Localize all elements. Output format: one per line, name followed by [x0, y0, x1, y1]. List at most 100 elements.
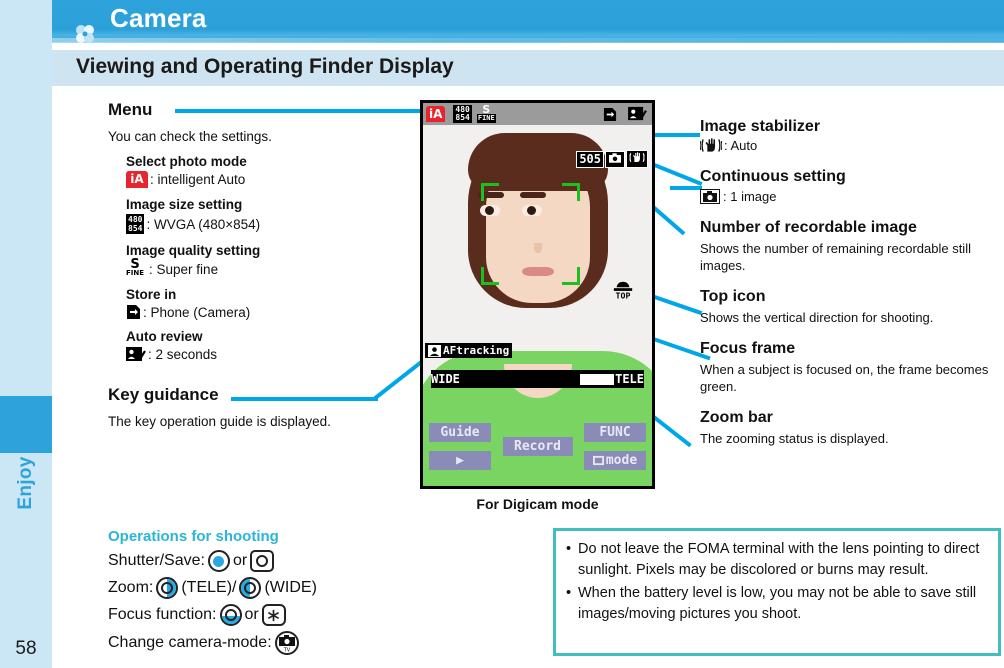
image-size-icon: 480 854	[126, 214, 145, 234]
annotation-value: : Auto	[724, 138, 758, 153]
operation-label: Shutter/Save:	[108, 552, 205, 569]
status-bar: iA 480 854 S FINE	[423, 103, 652, 125]
movie-icon	[592, 455, 604, 466]
svg-text:TOP: TOP	[616, 290, 631, 300]
annotation-value: : 1 image	[723, 189, 777, 204]
svg-text:2: 2	[138, 356, 142, 363]
setting-value-photo-mode: : intelligent Auto	[150, 172, 246, 187]
key-left-icon[interactable]	[239, 577, 262, 599]
recordable-count: 505	[576, 150, 604, 168]
page-number: 58	[15, 638, 37, 659]
zoom-fill	[460, 373, 581, 385]
note-text: Do not leave the FOMA terminal with the …	[578, 541, 980, 578]
annotation-focus-frame: Focus frame When a subject is focused on…	[700, 340, 1000, 395]
key-camera-tv-icon[interactable]: TV	[274, 631, 299, 655]
softkey-record[interactable]: Record	[502, 437, 573, 456]
note-item: • When the battery level is low, you may…	[566, 583, 988, 625]
annotation-title: Top icon	[700, 288, 766, 305]
annotation-body: Shows the number of remaining recordable…	[700, 241, 971, 273]
key-asterisk-icon[interactable]	[261, 604, 286, 626]
annotation-title: Zoom bar	[700, 409, 773, 426]
softkey-mode-label: mode	[605, 453, 638, 468]
annotation-title: Continuous setting	[700, 168, 846, 185]
subject-eye-right	[522, 205, 542, 216]
softkey-guide[interactable]: Guide	[429, 423, 491, 442]
key-guidance-description: The key operation guide is displayed.	[108, 414, 331, 429]
operation-label: Change camera-mode:	[108, 634, 272, 651]
setting-heading-store-in: Store in	[126, 287, 177, 302]
setting-heading-auto-review: Auto review	[126, 329, 203, 344]
key-right-icon[interactable]	[156, 577, 179, 599]
camera-icon	[605, 150, 625, 168]
zoom-track[interactable]	[460, 373, 615, 385]
operations-title: Operations for shooting	[108, 528, 279, 545]
quality-sub: FINE	[476, 114, 496, 123]
annotation-top-icon: Top icon Shows the vertical direction fo…	[700, 288, 1000, 326]
softkey-mode[interactable]: mode	[584, 451, 646, 470]
operation-row-shutter: Shutter/Save: or	[108, 550, 538, 572]
annotation-title: Image stabilizer	[700, 118, 821, 135]
super-fine-icon: S FINE	[126, 257, 145, 277]
af-tracking-text: AFtracking	[443, 344, 510, 357]
key-down-icon[interactable]	[219, 604, 242, 626]
setting-heading-image-size: Image size setting	[126, 197, 243, 212]
focus-frame-corner	[481, 183, 499, 201]
annotation-number-recordable: Number of recordable image Shows the num…	[700, 219, 1000, 274]
af-tracking-label: AFtracking	[425, 343, 513, 358]
setting-value-store-in: : Phone (Camera)	[143, 304, 251, 320]
annotation-title: Focus frame	[700, 340, 796, 357]
svg-text:TV: TV	[282, 648, 290, 653]
setting-value-image-size: : WVGA (480×854)	[146, 216, 261, 232]
auto-review-icon	[628, 106, 647, 121]
softkey-play[interactable]: ▶	[429, 451, 491, 470]
zoom-tele-label: TELE	[615, 372, 644, 386]
setting-value-image-quality: : Super fine	[149, 261, 219, 277]
quality-main: S	[482, 103, 491, 116]
subject-nose	[533, 243, 542, 253]
operation-row-change-mode: Change camera-mode: TV	[108, 631, 538, 655]
setting-heading-photo-mode: Select photo mode	[126, 154, 247, 169]
zoom-bar[interactable]: WIDE TELE	[431, 370, 644, 388]
size-bottom: 854	[455, 113, 470, 122]
image-size-icon: 480 854	[453, 105, 472, 123]
right-annotation-column: Image stabilizer : Auto Continuous setti…	[700, 118, 1000, 447]
note-text: When the battery level is low, you may n…	[578, 585, 977, 622]
softkey-func[interactable]: FUNC	[584, 423, 646, 442]
annotation-image-stabilizer: Image stabilizer : Auto	[700, 118, 1000, 154]
subject-brow-right	[520, 192, 546, 198]
screen-caption: For Digicam mode	[476, 496, 599, 512]
store-in-icon	[603, 107, 617, 121]
top-icon: TOP	[613, 281, 633, 300]
key-center-icon[interactable]	[207, 550, 230, 572]
page-title: Camera	[110, 3, 207, 33]
annotation-body: Shows the vertical direction for shootin…	[700, 310, 934, 325]
focus-frame-corner	[562, 267, 580, 285]
subject-eye-left	[480, 205, 500, 216]
key-guidance-heading: Key guidance	[108, 385, 219, 404]
focus-frame-corner	[481, 267, 499, 285]
sidebar-tab-label: Enjoy	[15, 456, 36, 510]
subject-mouth	[521, 267, 554, 276]
note-item: • Do not leave the FOMA terminal with th…	[566, 539, 988, 581]
header-underline	[52, 38, 1004, 43]
left-annotation-column: Menu You can check the settings. Select …	[108, 100, 408, 429]
operation-row-focus: Focus function: or	[108, 604, 538, 626]
setting-value-auto-review: : 2 seconds	[148, 347, 218, 362]
note-box: • Do not leave the FOMA terminal with th…	[553, 528, 1001, 656]
menu-description: You can check the settings.	[108, 129, 272, 144]
stabilizer-icon	[626, 150, 648, 168]
operation-connector: (TELE)/	[181, 579, 237, 596]
note-bullet: •	[566, 541, 572, 557]
ia-icon: iA	[426, 106, 446, 122]
stabilizer-icon	[700, 138, 722, 152]
auto-review-icon: 2	[126, 347, 146, 363]
zoom-wide-label: WIDE	[431, 372, 460, 386]
note-bullet: •	[566, 585, 572, 601]
key-shutter-icon[interactable]	[250, 550, 275, 572]
operations-section: Operations for shooting Shutter/Save: or…	[108, 528, 538, 655]
camera-icon	[700, 189, 720, 204]
operation-connector: or	[232, 552, 248, 569]
annotation-title: Number of recordable image	[700, 219, 917, 236]
annotation-body: The zooming status is displayed.	[700, 431, 889, 446]
annotation-zoom-bar: Zoom bar The zooming status is displayed…	[700, 409, 1000, 447]
